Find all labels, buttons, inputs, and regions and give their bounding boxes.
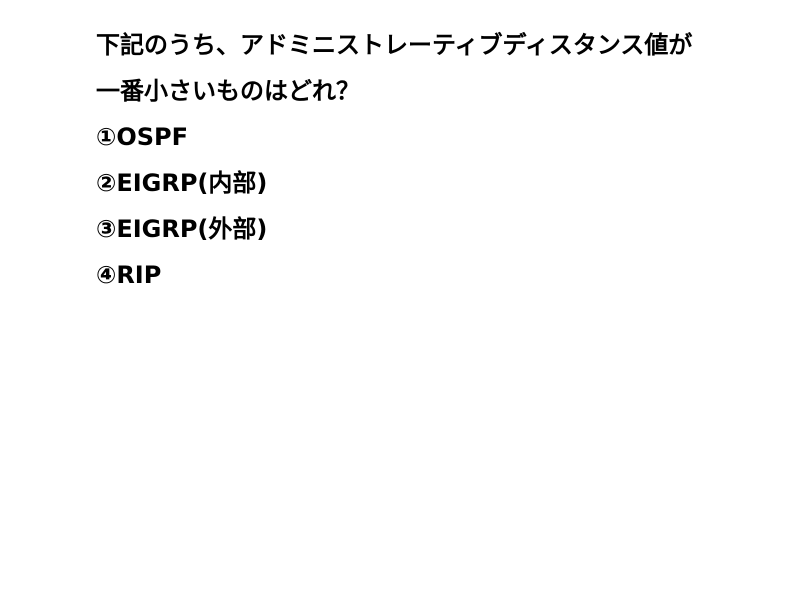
question-line-1: 下記のうち、アドミニストレーティブディスタンス値が (96, 31, 693, 59)
option-2: ②EIGRP(内部) (96, 169, 268, 197)
quiz-slide: 下記のうち、アドミニストレーティブディスタンス値が 一番小さいものはどれ？ ①O… (96, 22, 776, 298)
question-line-2: 一番小さいものはどれ？ (96, 77, 360, 105)
option-3: ③EIGRP(外部) (96, 215, 268, 243)
option-1: ①OSPF (96, 123, 188, 151)
option-4: ④RIP (96, 261, 162, 289)
